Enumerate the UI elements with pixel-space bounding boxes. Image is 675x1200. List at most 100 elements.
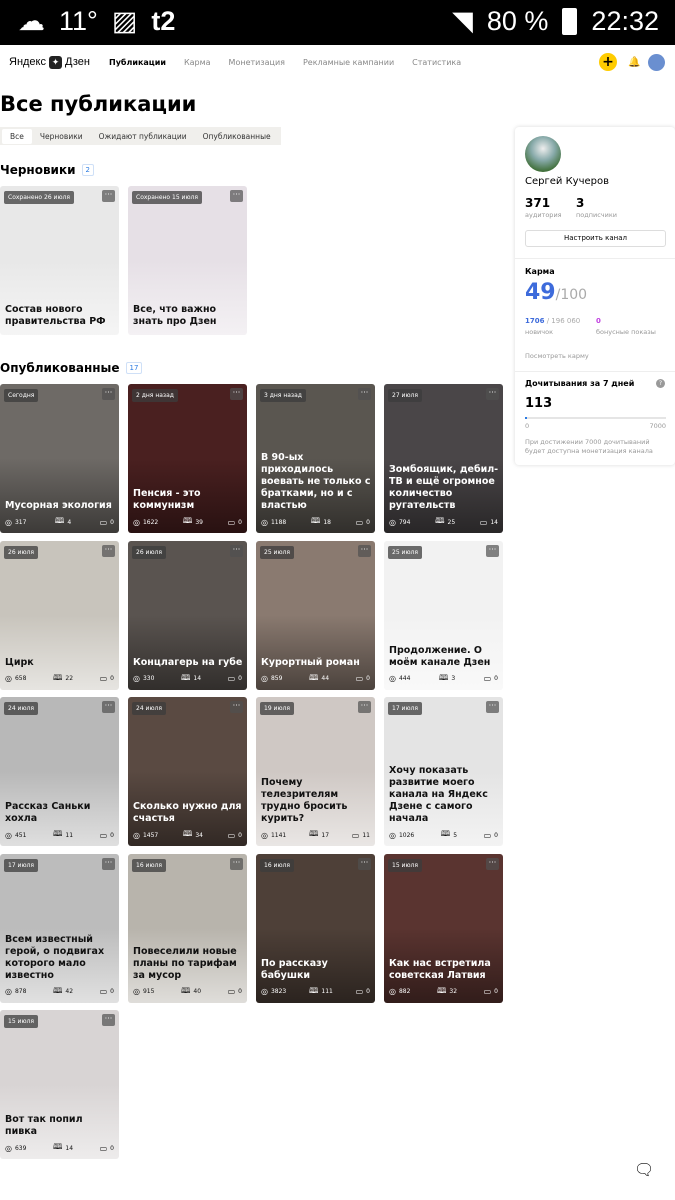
logo[interactable]: Яндекс ✦ Дзен xyxy=(9,55,90,69)
more-menu-button[interactable]: ··· xyxy=(102,1014,115,1026)
more-menu-button[interactable]: ··· xyxy=(230,190,243,202)
channel-name[interactable]: Сергей Кучеров xyxy=(525,176,609,187)
date-badge: 25 июля xyxy=(388,545,422,559)
nav-item[interactable]: Публикации xyxy=(109,58,166,67)
more-menu-button[interactable]: ··· xyxy=(486,857,499,870)
views-icon: ◎ xyxy=(389,517,396,527)
publication-card[interactable]: 16 июля ··· По рассказу бабушки ◎ 3823 🕮 111 ▭ 0 xyxy=(256,853,375,1003)
more-menu-button[interactable]: ··· xyxy=(102,701,115,713)
comments-icon: ▭ xyxy=(227,987,236,996)
more-menu-button[interactable]: ··· xyxy=(358,388,371,400)
karma-max: /100 xyxy=(555,287,588,303)
more-menu-button[interactable]: ··· xyxy=(230,857,243,870)
views-icon: ◎ xyxy=(389,987,396,996)
publication-card[interactable]: 15 июля ··· Как нас встретила советская Ла… xyxy=(384,853,503,1003)
more-menu-button[interactable]: ··· xyxy=(486,388,499,400)
comments-icon: ▭ xyxy=(227,517,236,527)
more-menu-button[interactable]: ··· xyxy=(486,701,499,713)
publication-card[interactable]: 3 дня назад ··· В 90-ых приходилось воеват… xyxy=(256,384,375,533)
date-badge: 16 июля xyxy=(132,858,166,872)
views-icon: ◎ xyxy=(261,674,268,683)
card-title: Все, что важно знать про Дзен xyxy=(133,304,217,327)
publication-card[interactable]: 19 июля ··· Почему телезрителям трудно бро… xyxy=(256,697,375,846)
publication-card[interactable]: 15 июля ··· Вот так попил пивка ◎ 639 🕮 14 ▭ 0 xyxy=(0,1010,119,1159)
card-stats: ◎ 1188 🕮 18 ▭ 0 xyxy=(261,515,370,529)
publication-card[interactable]: 16 июля ··· Повеселили новые планы по тари… xyxy=(128,853,247,1003)
publication-card[interactable]: 24 июля ··· Рассказ Саньки хохла ◎ 451 🕮 11 ▭ 0 xyxy=(0,697,119,846)
card-title: Состав нового правительства РФ xyxy=(5,304,106,327)
shows-label: новичок xyxy=(525,328,554,336)
more-menu-button[interactable]: ··· xyxy=(358,544,371,557)
avatar[interactable] xyxy=(648,53,665,71)
view-karma-link[interactable]: Посмотреть карму xyxy=(525,352,589,360)
card-stats: ◎ 1622 🕮 39 ▭ 0 xyxy=(133,515,242,529)
comments-icon: ▭ xyxy=(483,830,492,840)
more-menu-button[interactable]: ··· xyxy=(230,701,243,713)
views-icon: ◎ xyxy=(261,987,268,996)
publication-card[interactable]: 27 июля ··· Зомбоящик, дебил-ТВ и ещё огро… xyxy=(384,384,503,533)
reads-icon: 🕮 xyxy=(310,516,321,525)
status-bar: ☁ 11° ▨ t2 ◥ 80 % 22:32 xyxy=(0,0,675,45)
views-icon: ◎ xyxy=(389,674,396,683)
card-stats: ◎ 3823 🕮 111 ▭ 0 xyxy=(261,985,370,999)
clock: 22:32 xyxy=(591,6,659,36)
card-title: Курортный роман xyxy=(261,656,360,668)
add-publication-button[interactable]: + xyxy=(599,53,617,71)
publication-card[interactable]: 26 июля ··· Цирк ◎ 658 🕮 22 ▭ 0 xyxy=(0,540,119,690)
card-stats: ◎ 859 🕮 44 ▭ 0 xyxy=(261,672,370,686)
date-badge: 2 дня назад xyxy=(132,389,178,402)
publication-card[interactable]: 24 июля ··· Сколько нужно для счастья ◎ 1457… xyxy=(128,697,247,846)
views-count: 658 xyxy=(14,675,27,682)
nav-item[interactable]: Рекламные кампании xyxy=(303,58,394,67)
comments-count: 14 xyxy=(490,518,498,526)
more-menu-button[interactable]: ··· xyxy=(358,857,371,870)
more-menu-button[interactable]: ··· xyxy=(358,701,371,713)
publication-card[interactable]: 25 июля ··· Курортный роман ◎ 859 🕮 44 ▭ 0 xyxy=(256,540,375,690)
scale-min: 0 xyxy=(525,422,530,430)
card-stats: ◎ 878 🕮 42 ▭ 0 xyxy=(5,985,114,999)
publication-card[interactable]: 17 июля ··· Хочу показать развитие моего к… xyxy=(384,697,503,846)
card-stats: ◎ 1141 🕮 17 ▭ 11 xyxy=(261,828,370,842)
more-menu-button[interactable]: ··· xyxy=(102,857,115,870)
reads-progress-bar xyxy=(525,417,666,419)
date-badge: Сохранено 15 июля xyxy=(132,191,202,204)
more-menu-button[interactable]: ··· xyxy=(230,388,243,400)
reads-icon: 🕮 xyxy=(440,829,451,838)
setup-channel-button[interactable]: Настроить канал xyxy=(525,230,666,247)
nav-item[interactable]: Монетизация xyxy=(229,58,285,67)
nav-item[interactable]: Статистика xyxy=(412,58,461,67)
tab[interactable]: Ожидают публикации xyxy=(91,129,195,144)
draft-card[interactable]: Сохранено 26 июля ··· Состав нового правит… xyxy=(0,186,119,335)
tab[interactable]: Опубликованные xyxy=(195,129,279,144)
comments-count: 0 xyxy=(110,675,114,682)
tab[interactable]: Черновики xyxy=(32,129,91,144)
publication-card[interactable]: Сегодня ··· Мусорная экология ◎ 317 🕮 4 ▭ 0 xyxy=(0,384,119,533)
card-stats: ◎ 451 🕮 11 ▭ 0 xyxy=(5,828,114,842)
publication-card[interactable]: 17 июля ··· Всем известный герой, о подвиг… xyxy=(0,853,119,1003)
publication-card[interactable]: 25 июля ··· Продолжение. О моём канале Дзе… xyxy=(384,540,503,690)
views-count: 444 xyxy=(398,675,411,682)
comments-icon: ▭ xyxy=(227,830,236,840)
nav-item[interactable]: Карма xyxy=(184,58,211,67)
comments-count: 0 xyxy=(110,1144,114,1152)
subscribers-label: подписчики xyxy=(576,211,617,219)
more-menu-button[interactable]: ··· xyxy=(102,544,115,557)
comments-icon: ▭ xyxy=(483,987,492,996)
tab[interactable]: Все xyxy=(2,128,32,144)
views-count: 1622 xyxy=(142,518,159,526)
draft-card[interactable]: Сохранено 15 июля ··· Все, что важно знать… xyxy=(128,186,247,335)
chat-icon[interactable]: 🗨 xyxy=(634,1160,654,1179)
publication-card[interactable]: 2 дня назад ··· Пенсия - это коммунизм ◎ 162… xyxy=(128,384,247,533)
more-menu-button[interactable]: ··· xyxy=(486,544,499,557)
more-menu-button[interactable]: ··· xyxy=(230,544,243,557)
more-menu-button[interactable]: ··· xyxy=(102,190,115,202)
reads-count: 14 xyxy=(65,1144,74,1152)
help-icon[interactable]: ? xyxy=(656,379,665,388)
publication-card[interactable]: 26 июля ··· Концлагерь на губе ◎ 330 🕮 14 ▭ 0 xyxy=(128,540,247,690)
views-icon: ◎ xyxy=(261,830,268,840)
bell-icon[interactable]: 🔔 xyxy=(628,57,640,68)
image-icon: ▨ xyxy=(111,6,138,36)
more-menu-button[interactable]: ··· xyxy=(102,388,115,400)
comments-icon: ▭ xyxy=(355,674,364,683)
channel-avatar[interactable] xyxy=(525,136,561,172)
